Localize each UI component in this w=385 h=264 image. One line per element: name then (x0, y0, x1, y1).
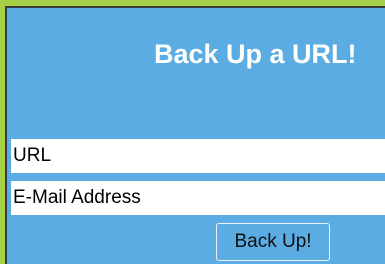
back-up-button[interactable]: Back Up! (216, 223, 330, 261)
backup-form-panel: Back Up a URL! Back Up! (5, 6, 385, 264)
form-title: Back Up a URL! (154, 39, 357, 69)
url-input[interactable] (11, 139, 385, 173)
email-input[interactable] (11, 181, 385, 215)
